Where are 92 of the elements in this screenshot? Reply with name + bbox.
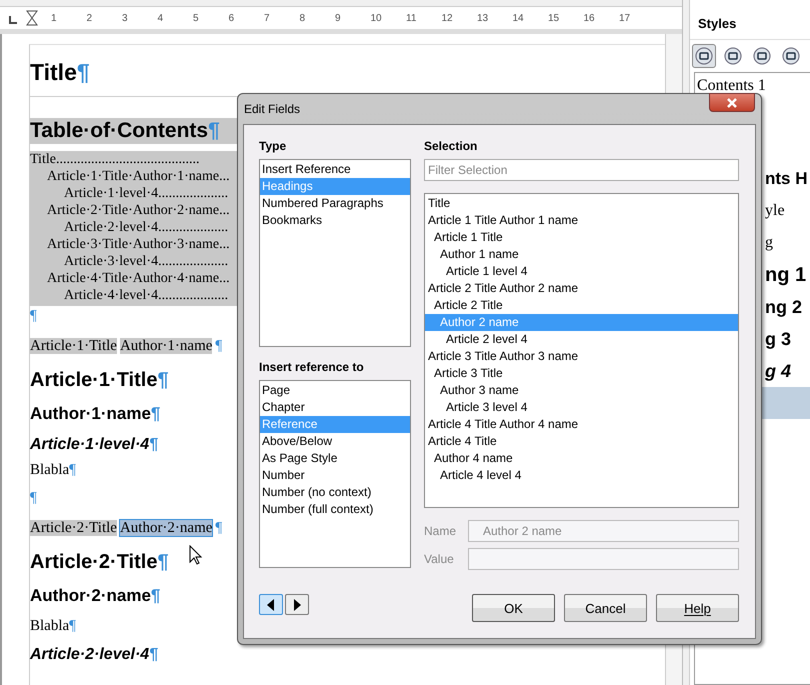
list-item[interactable]: Article 1 Title [425, 229, 738, 246]
list-item[interactable]: Article 2 Title Author 2 name [425, 280, 738, 297]
reference-field[interactable]: Author·2·name [120, 520, 212, 536]
pilcrow: ¶ [215, 338, 222, 354]
ruler-number: 8 [300, 12, 306, 24]
field-label: Value [424, 552, 455, 566]
ruler-number: 6 [228, 12, 236, 24]
dialog-title: Edit Fields [244, 102, 300, 116]
pilcrow: ¶ [30, 308, 37, 324]
paragraph-text: Article·1·Title [30, 369, 158, 391]
paragraph-text: Article·2·level·4 [30, 646, 150, 663]
reference-field[interactable]: Author·1·name [120, 338, 212, 354]
list-item[interactable]: Article 4 level 4 [425, 467, 738, 484]
cancel-button[interactable]: Cancel [564, 594, 647, 622]
right-triangle-icon [293, 598, 301, 610]
paragraph-text: Article·2·Title [30, 551, 158, 573]
mouse-pointer-icon [189, 545, 203, 565]
pilcrow: ¶ [30, 490, 37, 506]
ruler-number: 15 [548, 12, 560, 24]
list-item[interactable]: Number (full context) [260, 501, 410, 518]
ruler-number: 4 [158, 12, 164, 24]
reference-field[interactable]: Article·2·Title [30, 520, 117, 536]
list-item[interactable]: Article 4 Title Author 4 name [425, 416, 738, 433]
paragraph-text: Blabla [30, 618, 70, 634]
section-label: Type [259, 139, 288, 155]
paragraph-text: Author·2·name [30, 586, 151, 605]
pilcrow: ¶ [150, 404, 160, 423]
pilcrow: ¶ [150, 586, 160, 605]
style-category-button[interactable] [692, 44, 716, 68]
list-item[interactable]: Author 1 name [425, 246, 738, 263]
pilcrow: ¶ [76, 59, 90, 85]
reference-field[interactable]: Article·1·Title [30, 338, 117, 354]
ruler-number: 5 [193, 12, 200, 24]
list-item[interactable]: Article 2 level 4 [425, 331, 738, 348]
pilcrow: ¶ [215, 520, 222, 536]
list-item[interactable]: Number (no context) [260, 484, 410, 501]
ruler-number: 17 [619, 12, 632, 24]
ruler-number: 9 [335, 12, 342, 24]
pilcrow: ¶ [208, 119, 220, 142]
ruler-number: 2 [86, 12, 94, 24]
ruler-number: 12 [442, 12, 454, 24]
next-button[interactable] [285, 594, 309, 615]
list-item[interactable]: Article 1 Title Author 1 name [425, 212, 738, 229]
help-button[interactable]: Help [656, 594, 739, 622]
pilcrow: ¶ [157, 369, 169, 391]
close-icon [726, 98, 738, 108]
ok-button[interactable]: OK [472, 594, 555, 622]
list-item[interactable]: Bookmarks [260, 212, 410, 229]
list-item[interactable]: Insert Reference [260, 161, 410, 178]
pilcrow: ¶ [69, 618, 76, 634]
section-label: Insert reference to [259, 360, 365, 376]
ruler-number: 16 [584, 12, 596, 24]
ruler-number: 3 [122, 12, 129, 24]
list-item[interactable]: Chapter [260, 399, 410, 416]
pilcrow: ¶ [69, 462, 76, 478]
pilcrow: ¶ [157, 551, 169, 573]
close-button[interactable] [709, 93, 755, 112]
list-item[interactable]: Numbered Paragraphs [260, 195, 410, 212]
ruler-number: 14 [512, 12, 525, 24]
list-item[interactable]: Author 3 name [425, 382, 738, 399]
paragraph-text: Table·of·Contents [30, 119, 208, 142]
paragraph-text: Author·1·name [30, 404, 151, 423]
list-item[interactable]: As Page Style [260, 450, 410, 467]
paragraph-text: Article·1·level·4 [30, 436, 150, 453]
ruler-number: 13 [477, 12, 490, 24]
panel-title: Styles [690, 0, 810, 40]
paragraph-text: Title [30, 59, 77, 85]
ruler-number: 10 [370, 12, 383, 24]
list-item[interactable]: Article 1 level 4 [425, 263, 738, 280]
list-item[interactable]: Author 4 name [425, 450, 738, 467]
list-item[interactable]: Number [260, 467, 410, 484]
section-label: Selection [424, 139, 478, 155]
list-item[interactable]: Title [425, 195, 738, 212]
list-item[interactable]: Article 4 Title [425, 433, 738, 450]
pilcrow: ¶ [149, 646, 158, 663]
field-label: Name [424, 524, 458, 538]
paragraph-text: Blabla [30, 462, 70, 478]
filter-field[interactable]: Filter Selection [424, 159, 739, 181]
ruler-number: 7 [264, 12, 271, 24]
tab-stop-icon[interactable] [9, 16, 17, 24]
previous-button[interactable] [259, 594, 283, 615]
pilcrow: ¶ [149, 436, 158, 453]
ruler-number: 11 [406, 12, 418, 24]
list-item[interactable]: Article 2 Title [425, 297, 738, 314]
indent-marker-icon[interactable] [26, 10, 38, 26]
list-item[interactable]: Article 3 Title Author 3 name [425, 348, 738, 365]
ruler-number: 1 [51, 12, 58, 24]
list-item[interactable]: Page [260, 382, 410, 399]
list-item[interactable]: Above/Below [260, 433, 410, 450]
list-item[interactable]: Article 3 Title [425, 365, 738, 382]
left-triangle-icon [267, 598, 275, 610]
list-item[interactable]: Article 3 level 4 [425, 399, 738, 416]
